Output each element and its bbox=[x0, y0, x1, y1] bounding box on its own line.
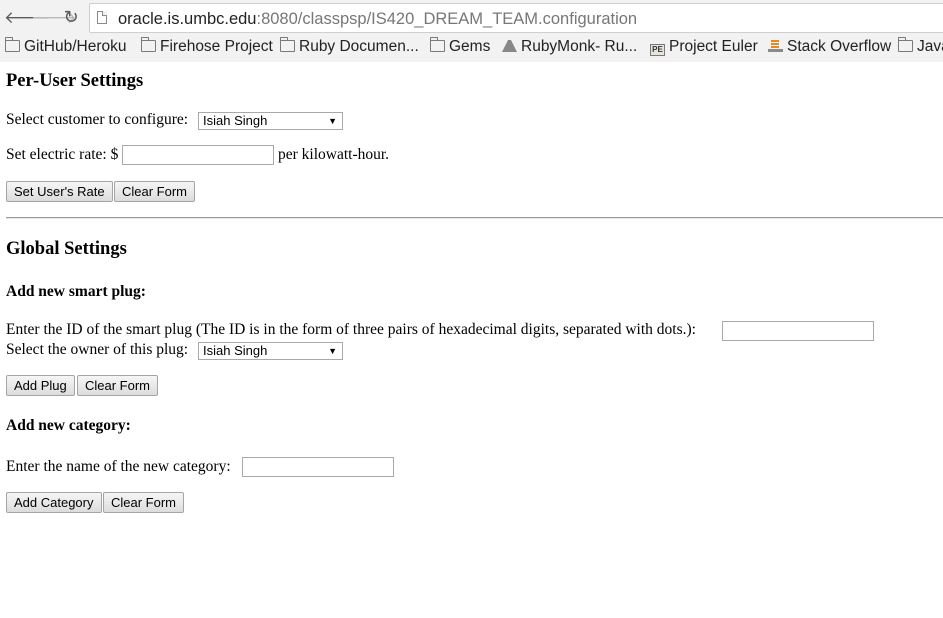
bookmarks-bar: GitHub/Heroku Firehose Project Ruby Docu… bbox=[0, 36, 943, 63]
customer-select[interactable]: Isiah Singh ▼ bbox=[198, 112, 343, 130]
clear-form-button[interactable]: Clear Form bbox=[114, 181, 196, 202]
folder-icon bbox=[279, 37, 295, 52]
project-euler-icon: PE bbox=[650, 44, 665, 56]
bookmark-project-euler[interactable]: PE Project Euler bbox=[650, 36, 758, 62]
forward-arrow-icon[interactable]: 🡒 bbox=[31, 6, 77, 30]
bookmark-java[interactable]: Java bbox=[897, 36, 943, 62]
url-bar[interactable]: oracle.is.umbc.edu:8080/classpsp/IS420_D… bbox=[89, 3, 943, 33]
reload-icon[interactable]: ↻ bbox=[60, 6, 82, 30]
url-text[interactable]: oracle.is.umbc.edu:8080/classpsp/IS420_D… bbox=[118, 4, 637, 34]
section-divider bbox=[6, 217, 943, 219]
bookmark-firehose-project[interactable]: Firehose Project bbox=[140, 36, 273, 62]
bookmark-rubymonk[interactable]: RubyMonk- Ru... bbox=[502, 36, 637, 62]
bookmark-label: Gems bbox=[449, 38, 491, 55]
plug-id-label: Enter the ID of the smart plug (The ID i… bbox=[6, 321, 696, 338]
bookmark-label: Ruby Documen... bbox=[299, 38, 419, 55]
dropdown-arrow-icon: ▼ bbox=[328, 116, 337, 126]
folder-icon bbox=[4, 37, 20, 52]
folder-icon bbox=[897, 37, 913, 52]
category-name-label: Enter the name of the new category: bbox=[6, 458, 231, 475]
bookmark-label: Stack Overflow bbox=[787, 38, 892, 55]
rate-unit-label: per kilowatt-hour. bbox=[278, 146, 390, 163]
bookmark-label: Project Euler bbox=[669, 38, 758, 55]
bookmark-label: Firehose Project bbox=[160, 38, 273, 55]
plug-id-input[interactable] bbox=[722, 321, 874, 341]
plug-owner-select-value: Isiah Singh bbox=[203, 343, 268, 358]
category-name-input[interactable] bbox=[242, 457, 394, 477]
address-bar-row: 🡐 🡒 ↻ oracle.is.umbc.edu:8080/classpsp/I… bbox=[0, 0, 943, 36]
url-path: :8080/classpsp/IS420_DREAM_TEAM.configur… bbox=[256, 10, 638, 28]
stack-overflow-icon bbox=[768, 40, 783, 52]
bookmark-label: GitHub/Heroku bbox=[24, 38, 127, 55]
customer-select-value: Isiah Singh bbox=[203, 113, 268, 128]
folder-icon bbox=[140, 37, 156, 52]
rubymonk-icon bbox=[502, 40, 517, 52]
per-user-settings-heading: Per-User Settings bbox=[6, 71, 144, 91]
add-plug-button[interactable]: Add Plug bbox=[6, 375, 75, 396]
dropdown-arrow-icon: ▼ bbox=[328, 346, 337, 356]
add-category-heading: Add new category: bbox=[6, 417, 131, 434]
page-icon bbox=[97, 11, 107, 24]
bookmark-label: RubyMonk- Ru... bbox=[521, 38, 638, 55]
bookmark-stack-overflow[interactable]: Stack Overflow bbox=[768, 36, 891, 62]
electric-rate-input[interactable] bbox=[122, 145, 274, 165]
set-users-rate-button[interactable]: Set User's Rate bbox=[6, 181, 113, 202]
clear-form-button[interactable]: Clear Form bbox=[103, 492, 185, 513]
plug-owner-select[interactable]: Isiah Singh ▼ bbox=[198, 342, 343, 360]
back-arrow-icon[interactable]: 🡐 bbox=[4, 6, 50, 30]
clear-form-button[interactable]: Clear Form bbox=[77, 375, 159, 396]
add-category-button[interactable]: Add Category bbox=[6, 492, 102, 513]
electric-rate-label: Set electric rate: $ bbox=[6, 146, 119, 163]
bookmark-gems[interactable]: Gems bbox=[429, 36, 491, 62]
url-host: oracle.is.umbc.edu bbox=[118, 10, 257, 28]
folder-icon bbox=[429, 37, 445, 52]
plug-owner-label: Select the owner of this plug: bbox=[6, 341, 189, 358]
bookmark-ruby-documentation[interactable]: Ruby Documen... bbox=[279, 36, 419, 62]
bookmark-github-heroku[interactable]: GitHub/Heroku bbox=[4, 36, 127, 62]
customer-select-label: Select customer to configure: bbox=[6, 111, 189, 128]
global-settings-heading: Global Settings bbox=[6, 239, 127, 259]
add-smart-plug-heading: Add new smart plug: bbox=[6, 283, 146, 300]
page-content: Per-User Settings Select customer to con… bbox=[0, 62, 943, 618]
bookmark-label: Java bbox=[917, 38, 943, 55]
